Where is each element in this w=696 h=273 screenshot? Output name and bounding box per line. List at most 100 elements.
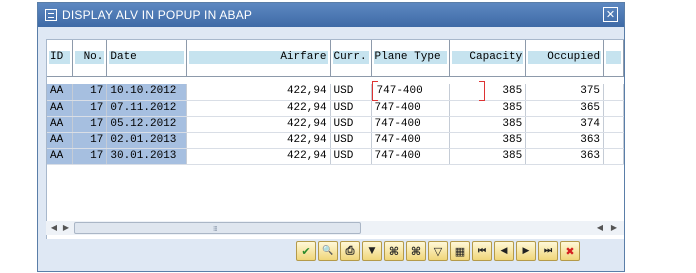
alv-grid: ID No. Date Airfare Curr. Plane Type Cap…	[46, 39, 624, 239]
col-header-label: Date	[109, 51, 185, 65]
col-header-id[interactable]: ID	[47, 40, 74, 77]
col-header-no[interactable]: No.	[72, 40, 108, 77]
col-header-label: Occupied	[528, 51, 602, 65]
alv-popup-dialog: DISPLAY ALV IN POPUP IN ABAP ✕ ID No. Da…	[37, 2, 625, 272]
title-bar[interactable]: DISPLAY ALV IN POPUP IN ABAP ✕	[38, 3, 624, 27]
col-header-capacity[interactable]: Capacity	[449, 40, 527, 77]
scroll-thumb[interactable]: ⁞⁞⁞	[74, 222, 361, 234]
col-header-label: ID	[49, 51, 71, 65]
col-header-more[interactable]	[603, 40, 624, 77]
cell-no[interactable]: 17	[72, 100, 108, 117]
cell-airfare[interactable]: 422,94	[186, 84, 331, 101]
filter-button[interactable]: ▽	[428, 241, 448, 261]
table-row[interactable]: AA 17 10.10.2012 422,94 USD 747-400 385 …	[47, 81, 624, 102]
cell-date[interactable]: 10.10.2012	[106, 84, 188, 101]
table-row[interactable]: AA 17 02.01.2013 422,94 USD 747-400 385 …	[47, 132, 624, 149]
cell-capacity[interactable]: 385	[449, 100, 527, 117]
cell-date[interactable]: 30.01.2013	[106, 148, 188, 165]
filter-icon: ▽	[433, 244, 443, 258]
horizontal-scrollbar[interactable]: ◀ ▶ ⁞⁞⁞ ◀ ▶	[46, 221, 624, 235]
check-icon: ✔	[301, 244, 311, 258]
cell-capacity[interactable]: 385	[449, 116, 527, 133]
binoculars-icon: ⌘	[388, 244, 400, 258]
cell-plane-type[interactable]: 747-400	[371, 100, 451, 117]
table-row[interactable]: AA 17 05.12.2012 422,94 USD 747-400 385 …	[47, 116, 624, 133]
col-header-plane-type[interactable]: Plane Type	[371, 40, 451, 77]
spacer-cell	[47, 76, 624, 84]
cell-airfare[interactable]: 422,94	[186, 132, 331, 149]
previous-page-button[interactable]: ◀	[494, 241, 514, 261]
cell-airfare[interactable]: 422,94	[186, 116, 331, 133]
cell-currency[interactable]: USD	[330, 148, 372, 165]
spacer-row	[47, 76, 624, 84]
cell-occupied[interactable]: 374	[525, 116, 605, 133]
window-title: DISPLAY ALV IN POPUP IN ABAP	[62, 8, 253, 22]
cell-date[interactable]: 02.01.2013	[106, 132, 188, 149]
col-header-occupied[interactable]: Occupied	[525, 40, 605, 77]
scroll-left-icon[interactable]: ◀	[48, 222, 60, 234]
last-page-button[interactable]: ⏭	[538, 241, 558, 261]
scroll-right-icon[interactable]: ▶	[608, 222, 620, 234]
cell-no[interactable]: 17	[72, 132, 108, 149]
cell-plane-type[interactable]: 747-400	[371, 148, 451, 165]
col-header-label: Curr.	[332, 51, 369, 65]
cell-currency[interactable]: USD	[330, 84, 372, 101]
col-header-currency[interactable]: Curr.	[330, 40, 372, 77]
find-button[interactable]: ⌘	[384, 241, 404, 261]
col-header-date[interactable]: Date	[106, 40, 188, 77]
scroll-left-end-icon[interactable]: ◀	[594, 222, 606, 234]
scroll-right-small-icon[interactable]: ▶	[60, 222, 72, 234]
print-button[interactable]: ⎙	[340, 241, 360, 261]
col-header-label	[606, 51, 621, 65]
cell-occupied[interactable]: 375	[525, 84, 605, 101]
col-header-label: Airfare	[189, 51, 328, 65]
table-row[interactable]: AA 17 30.01.2013 422,94 USD 747-400 385 …	[47, 148, 624, 165]
cell-id[interactable]: AA	[47, 84, 74, 101]
cell-more	[603, 116, 624, 133]
header-row: ID No. Date Airfare Curr. Plane Type Cap…	[47, 40, 624, 77]
cell-airfare[interactable]: 422,94	[186, 100, 331, 117]
first-icon: ⏮	[477, 246, 487, 256]
first-page-button[interactable]: ⏮	[472, 241, 492, 261]
cell-no[interactable]: 17	[72, 148, 108, 165]
next-page-button[interactable]: ▶	[516, 241, 536, 261]
cell-no[interactable]: 17	[72, 84, 108, 101]
cancel-button[interactable]: ✖	[560, 241, 580, 261]
close-icon[interactable]: ✕	[603, 7, 618, 22]
col-header-label: Plane Type	[373, 51, 448, 65]
cell-occupied[interactable]: 365	[525, 100, 605, 117]
cell-currency[interactable]: USD	[330, 132, 372, 149]
cell-occupied[interactable]: 363	[525, 148, 605, 165]
grip-icon: ⁞⁞⁞	[213, 225, 218, 233]
binoculars-next-icon: ⌘	[410, 244, 422, 258]
table-row[interactable]: AA 17 07.11.2012 422,94 USD 747-400 385 …	[47, 100, 624, 117]
cell-id[interactable]: AA	[47, 116, 74, 133]
next-icon: ▶	[522, 246, 530, 256]
cell-occupied[interactable]: 363	[525, 132, 605, 149]
cell-plane-type[interactable]: 747-400	[371, 116, 451, 133]
layout-button[interactable]: ▦	[450, 241, 470, 261]
printer-icon: ⎙	[345, 244, 355, 257]
cell-currency[interactable]: USD	[330, 100, 372, 117]
cell-airfare[interactable]: 422,94	[186, 148, 331, 165]
cell-capacity[interactable]: 385	[449, 148, 527, 165]
col-header-airfare[interactable]: Airfare	[186, 40, 331, 77]
previous-icon: ◀	[500, 246, 508, 256]
cell-date[interactable]: 07.11.2012	[106, 100, 188, 117]
cell-capacity[interactable]: 385	[449, 132, 527, 149]
cell-capacity[interactable]: 385	[449, 84, 527, 101]
sort-button[interactable]: ▼	[362, 241, 382, 261]
cell-id[interactable]: AA	[47, 100, 74, 117]
cell-id[interactable]: AA	[47, 148, 74, 165]
details-button[interactable]: 🔍	[318, 241, 338, 261]
cell-id[interactable]: AA	[47, 132, 74, 149]
cell-no[interactable]: 17	[72, 116, 108, 133]
grid-icon: ▦	[454, 244, 466, 258]
find-next-button[interactable]: ⌘	[406, 241, 426, 261]
continue-button[interactable]: ✔	[296, 241, 316, 261]
cell-currency[interactable]: USD	[330, 116, 372, 133]
cell-plane-type[interactable]: 747-400	[371, 81, 486, 102]
cell-date[interactable]: 05.12.2012	[106, 116, 188, 133]
cell-plane-type[interactable]: 747-400	[371, 132, 451, 149]
col-header-label: No.	[75, 51, 105, 65]
